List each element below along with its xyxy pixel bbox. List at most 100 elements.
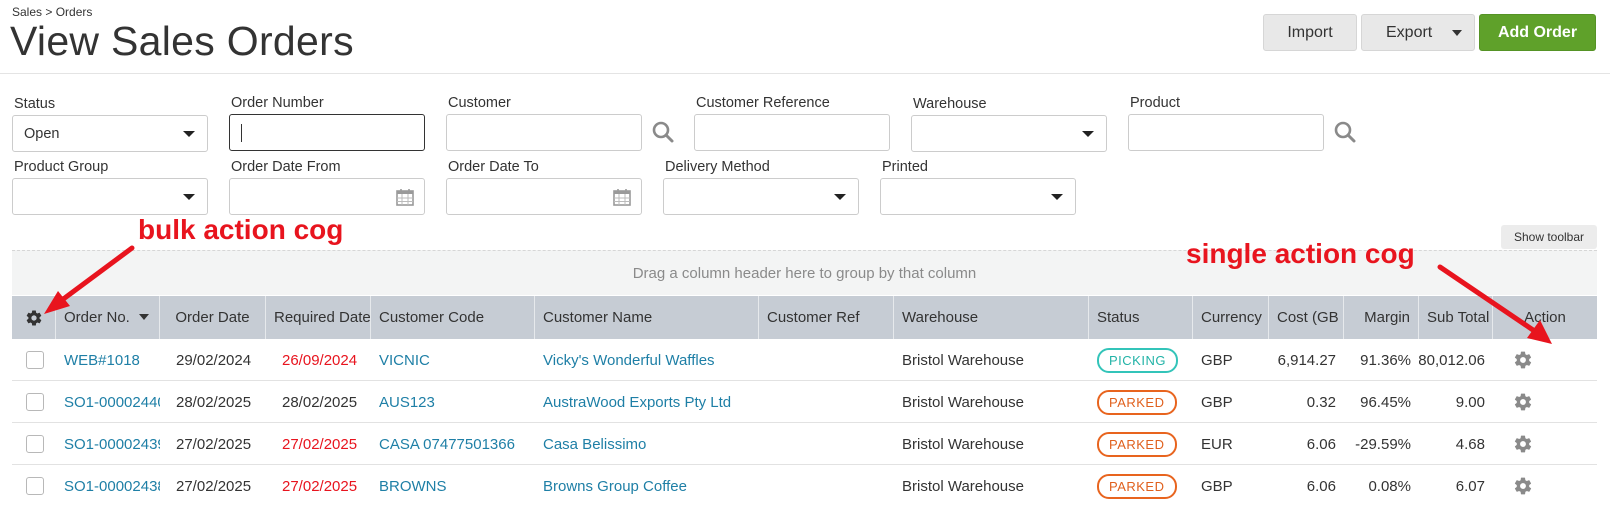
column-header-action[interactable]: Action	[1493, 296, 1597, 339]
column-header-cost[interactable]: Cost (GB	[1269, 296, 1344, 339]
action-cell[interactable]	[1493, 339, 1553, 381]
cost-cell: 6.06	[1306, 435, 1336, 453]
order-date-from-input[interactable]	[229, 178, 425, 215]
customer-ref-cell	[759, 423, 894, 465]
bulk-action-column[interactable]	[12, 296, 56, 339]
customer-label: Customer	[448, 95, 511, 111]
gear-icon[interactable]	[1513, 350, 1533, 370]
column-header-status[interactable]: Status	[1089, 296, 1193, 339]
text-cursor	[241, 123, 242, 142]
row-checkbox[interactable]	[26, 435, 44, 453]
column-header-customer-ref[interactable]: Customer Ref	[759, 296, 894, 339]
row-checkbox-cell[interactable]	[12, 465, 56, 505]
gear-icon[interactable]	[25, 309, 43, 327]
chevron-down-icon[interactable]	[1452, 30, 1462, 36]
printed-select[interactable]	[880, 178, 1076, 215]
sub-total-cell: 6.07	[1455, 477, 1485, 495]
gear-icon[interactable]	[1513, 476, 1533, 496]
column-header-customer-name[interactable]: Customer Name	[535, 296, 759, 339]
customer-name-link[interactable]: Casa Belissimo	[535, 423, 759, 465]
column-header-required-date[interactable]: Required Date	[266, 296, 371, 339]
chevron-down-icon	[1051, 194, 1063, 200]
order-date-cell: 29/02/2024	[176, 351, 252, 369]
breadcrumb[interactable]: Sales > Orders	[12, 5, 92, 19]
currency-cell: GBP	[1201, 393, 1233, 411]
customer-ref-cell	[759, 465, 894, 505]
gear-icon[interactable]	[1513, 434, 1533, 454]
search-icon[interactable]	[651, 120, 675, 144]
row-checkbox[interactable]	[26, 477, 44, 495]
order-date-to-input[interactable]	[446, 178, 642, 215]
table-row[interactable]: SO1-00002440 28/02/2025 28/02/2025 AUS12…	[12, 381, 1597, 423]
chevron-down-icon[interactable]	[139, 314, 149, 320]
show-toolbar-button[interactable]: Show toolbar	[1501, 225, 1597, 249]
product-group-label: Product Group	[14, 159, 109, 175]
customer-name-link[interactable]: Vicky's Wonderful Waffles	[535, 339, 759, 381]
order-no-link[interactable]: SO1-00002439	[56, 423, 160, 465]
action-cell[interactable]	[1493, 465, 1553, 505]
chevron-down-icon	[1082, 131, 1094, 137]
warehouse-select[interactable]	[911, 115, 1107, 152]
required-date-cell: 27/02/2025	[282, 477, 358, 495]
product-input[interactable]	[1128, 114, 1324, 151]
header-divider	[0, 73, 1610, 74]
status-value: Open	[24, 125, 60, 142]
customer-code-link[interactable]: CASA 07477501366	[371, 423, 535, 465]
column-header-margin[interactable]: Margin	[1344, 296, 1419, 339]
gear-icon[interactable]	[1513, 392, 1533, 412]
column-label: Customer Ref	[767, 309, 860, 326]
action-cell[interactable]	[1493, 381, 1553, 423]
bulk-action-annotation: bulk action cog	[138, 214, 344, 245]
column-header-customer-code[interactable]: Customer Code	[371, 296, 535, 339]
column-label: Status	[1097, 309, 1140, 326]
column-header-warehouse[interactable]: Warehouse	[894, 296, 1089, 339]
column-header-currency[interactable]: Currency	[1193, 296, 1269, 339]
customer-name-link[interactable]: AustraWood Exports Pty Ltd	[535, 381, 759, 423]
margin-cell: 91.36%	[1360, 351, 1411, 369]
currency-cell: GBP	[1201, 477, 1233, 495]
import-button[interactable]: Import	[1263, 14, 1357, 51]
row-checkbox-cell[interactable]	[12, 339, 56, 381]
customer-input[interactable]	[446, 114, 642, 151]
column-header-order-date[interactable]: Order Date	[160, 296, 266, 339]
row-checkbox-cell[interactable]	[12, 381, 56, 423]
add-order-button[interactable]: Add Order	[1479, 14, 1596, 51]
calendar-icon[interactable]	[613, 188, 631, 206]
action-cell[interactable]	[1493, 423, 1553, 465]
order-no-link[interactable]: SO1-00002440	[56, 381, 160, 423]
customer-code-link[interactable]: BROWNS	[371, 465, 535, 505]
order-no-link[interactable]: SO1-00002438	[56, 465, 160, 505]
status-badge: PARKED	[1097, 389, 1177, 415]
row-checkbox[interactable]	[26, 393, 44, 411]
order-no-link[interactable]: WEB#1018	[56, 339, 160, 381]
table-row[interactable]: SO1-00002439 27/02/2025 27/02/2025 CASA …	[12, 423, 1597, 465]
product-group-select[interactable]	[12, 178, 208, 215]
column-header-sub-total[interactable]: Sub Total	[1419, 296, 1493, 339]
table-row[interactable]: WEB#1018 29/02/2024 26/09/2024 VICNIC Vi…	[12, 339, 1597, 381]
status-cell: PICKING	[1089, 339, 1193, 381]
search-icon[interactable]	[1333, 120, 1357, 144]
delivery-method-select[interactable]	[663, 178, 859, 215]
export-button[interactable]: Export	[1361, 14, 1475, 51]
row-checkbox-cell[interactable]	[12, 423, 56, 465]
status-select[interactable]: Open	[12, 115, 208, 152]
table-row[interactable]: SO1-00002438 27/02/2025 27/02/2025 BROWN…	[12, 465, 1597, 505]
customer-code-link[interactable]: AUS123	[371, 381, 535, 423]
column-label: Order Date	[175, 309, 250, 326]
order-number-input[interactable]	[229, 114, 425, 151]
column-label: Currency	[1201, 309, 1262, 326]
column-header-order-no[interactable]: Order No.	[56, 296, 160, 339]
column-label: Action	[1524, 309, 1566, 326]
single-action-annotation: single action cog	[1186, 238, 1415, 269]
customer-name-link[interactable]: Browns Group Coffee	[535, 465, 759, 505]
customer-code-link[interactable]: VICNIC	[371, 339, 535, 381]
row-checkbox[interactable]	[26, 351, 44, 369]
customer-reference-input[interactable]	[694, 114, 890, 151]
group-by-hint: Drag a column header here to group by th…	[632, 264, 977, 282]
export-label: Export	[1386, 23, 1433, 41]
warehouse-cell: Bristol Warehouse	[902, 351, 1024, 369]
warehouse-cell: Bristol Warehouse	[902, 393, 1024, 411]
calendar-icon[interactable]	[396, 188, 414, 206]
chevron-down-icon	[183, 131, 195, 137]
order-date-from-label: Order Date From	[231, 159, 341, 175]
